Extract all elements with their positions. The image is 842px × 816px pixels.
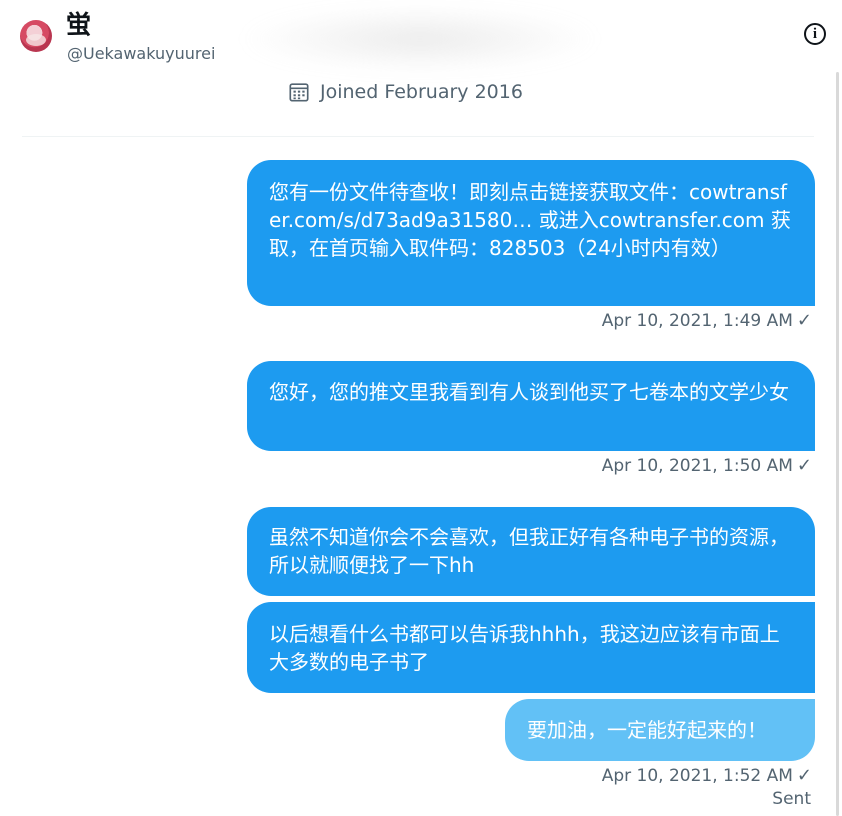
conversation-header: 蛍 @Uekawakuyuurei i Joined February 2016 — [0, 0, 842, 140]
calendar-icon — [289, 83, 309, 102]
message-bubble[interactable]: 您有一份文件待查收！即刻点击链接获取文件：cowtransfer.com/s/d… — [247, 160, 815, 306]
message-bubble[interactable]: 以后想看什么书都可以告诉我hhhh，我这边应该有市面上大多数的电子书了 — [247, 602, 815, 693]
timestamp-label: Apr 10, 2021, 1:50 AM — [601, 456, 793, 476]
timestamp-label: Apr 10, 2021, 1:52 AM — [601, 766, 793, 786]
check-icon: ✓ — [796, 455, 812, 476]
message-bubble[interactable]: 虽然不知道你会不会喜欢，但我正好有各种电子书的资源，所以就顺便找了一下hh — [247, 507, 815, 596]
check-icon: ✓ — [796, 765, 812, 786]
user-handle[interactable]: @Uekawakuyuurei — [67, 44, 215, 64]
avatar[interactable] — [20, 20, 52, 52]
check-icon: ✓ — [796, 310, 812, 331]
display-name[interactable]: 蛍 — [66, 10, 91, 40]
message-bubble[interactable]: 您好，您的推文里我看到有人谈到他买了七卷本的文学少女 — [247, 361, 815, 451]
header-divider — [22, 136, 814, 137]
message-timestamp: Apr 10, 2021, 1:50 AM ✓ — [601, 455, 812, 477]
scrollbar[interactable] — [836, 72, 839, 816]
sent-status: Sent — [772, 789, 811, 809]
message-timestamp: Apr 10, 2021, 1:49 AM ✓ — [601, 310, 812, 332]
joined-label: Joined February 2016 — [320, 81, 523, 103]
timestamp-label: Apr 10, 2021, 1:49 AM — [601, 311, 793, 331]
joined-date: Joined February 2016 — [288, 80, 523, 104]
message-timestamp: Apr 10, 2021, 1:52 AM ✓ — [601, 765, 812, 787]
info-icon[interactable]: i — [804, 23, 826, 45]
blurred-bio — [240, 6, 600, 72]
message-bubble-pending[interactable]: 要加油，一定能好起来的！ — [505, 699, 815, 761]
